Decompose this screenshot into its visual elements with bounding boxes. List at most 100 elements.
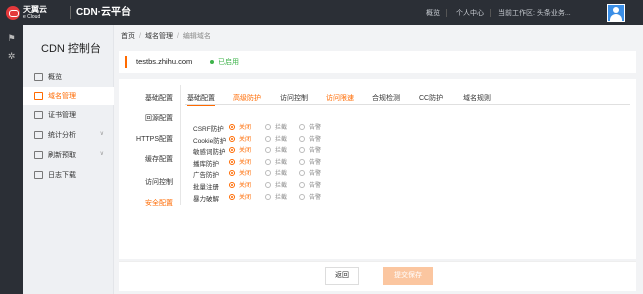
chevron-down-icon: ∨ [99, 151, 104, 157]
domain-name: testbs.zhihu.com [136, 57, 193, 66]
back-button[interactable]: 返回 [325, 267, 359, 285]
rule-row-library: 播库防护 关闭 拦截 告警 [193, 157, 393, 168]
radio-alert[interactable]: 告警 [299, 180, 321, 189]
rule-row-sensitive-words: 敏感词防护 关闭 拦截 告警 [193, 145, 393, 156]
sidebar-item-label: 刷新预取 [48, 152, 76, 159]
rule-label: CSRF防护 [193, 126, 224, 133]
workspace-selector[interactable]: 当前工作区: 头条业务... [498, 9, 571, 18]
radio-off[interactable]: 关闭 [229, 180, 251, 189]
sidebar-item-certificates[interactable]: 证书管理 [23, 106, 114, 124]
domain-icon [34, 92, 43, 100]
brand-logo[interactable]: 天翼云 e Cloud [6, 4, 47, 21]
config-nav-cache[interactable]: 缓存配置 [145, 154, 173, 164]
status-text: 已启用 [218, 59, 239, 66]
sidebar-item-label: 证书管理 [48, 112, 76, 119]
rule-row-csrf: CSRF防护 关闭 拦截 告警 [193, 122, 393, 133]
config-nav-basic[interactable]: 基础配置 [145, 93, 173, 103]
domain-accent-bar [125, 56, 127, 68]
config-nav-origin[interactable]: 回源配置 [145, 113, 173, 123]
top-link-separator [490, 9, 491, 17]
breadcrumb: 首页 / 域名管理 / 编辑域名 [121, 31, 211, 41]
breadcrumb-current: 编辑域名 [182, 33, 211, 40]
status-badge: 已启用 [210, 57, 239, 67]
radio-alert[interactable]: 告警 [299, 157, 321, 166]
breadcrumb-section[interactable]: 域名管理 [145, 33, 173, 40]
product-title: CDN·云平台 [76, 7, 131, 18]
user-avatar[interactable] [607, 4, 625, 22]
top-link-overview[interactable]: 概览 [426, 9, 440, 18]
domain-header: testbs.zhihu.com 已启用 [119, 51, 636, 73]
radio-off[interactable]: 关闭 [229, 168, 251, 177]
config-panel: 基础配置 回源配置 HTTPS配置 缓存配置 访问控制 安全配置 基础配置 高级… [119, 79, 636, 259]
sidebar-item-label: 统计分析 [48, 132, 76, 139]
tab-access-control[interactable]: 访问控制 [280, 93, 308, 103]
radio-alert[interactable]: 告警 [299, 192, 321, 201]
cloud-logo-icon [6, 5, 20, 20]
top-bar: 天翼云 e Cloud CDN·云平台 概览 个人中心 当前工作区: 头条业务.… [0, 0, 643, 25]
tab-basic[interactable]: 基础配置 [187, 93, 215, 106]
tab-compliance[interactable]: 合规检测 [372, 93, 400, 103]
icon-rail: ⚑ ✲ [0, 25, 23, 294]
chart-icon [34, 131, 43, 139]
sidebar-item-label: 域名管理 [48, 93, 76, 100]
radio-off[interactable]: 关闭 [229, 122, 251, 131]
radio-block[interactable]: 拦截 [265, 180, 287, 189]
rule-row-bulk-register: 批量注册 关闭 拦截 告警 [193, 180, 393, 191]
tab-domain-rules[interactable]: 域名规则 [463, 93, 491, 103]
document-icon [34, 171, 43, 179]
config-nav-security[interactable]: 安全配置 [145, 198, 173, 208]
top-link-separator [446, 9, 447, 17]
radio-off[interactable]: 关闭 [229, 134, 251, 143]
config-nav-access[interactable]: 访问控制 [145, 177, 173, 187]
chevron-down-icon: ∨ [99, 131, 104, 137]
console-title: CDN 控制台 [41, 43, 101, 55]
breadcrumb-home[interactable]: 首页 [121, 33, 135, 40]
config-nav-https[interactable]: HTTPS配置 [136, 134, 173, 144]
flag-icon[interactable]: ⚑ [6, 33, 17, 44]
sidebar-item-statistics[interactable]: 统计分析 ∨ [23, 126, 114, 144]
radio-block[interactable]: 拦截 [265, 134, 287, 143]
tab-advanced-protection[interactable]: 高级防护 [233, 93, 261, 103]
breadcrumb-separator: / [139, 33, 141, 40]
radio-block[interactable]: 拦截 [265, 168, 287, 177]
submit-button[interactable]: 提交保存 [383, 267, 433, 285]
topbar-divider [70, 6, 71, 19]
radio-block[interactable]: 拦截 [265, 122, 287, 131]
radio-alert[interactable]: 告警 [299, 134, 321, 143]
radio-alert[interactable]: 告警 [299, 122, 321, 131]
tab-rate-limit[interactable]: 访问限速 [326, 93, 354, 103]
radio-block[interactable]: 拦截 [265, 157, 287, 166]
rule-label: 批量注册 [193, 184, 219, 191]
radio-off[interactable]: 关闭 [229, 192, 251, 201]
sidebar: CDN 控制台 概览 域名管理 证书管理 统计分析 ∨ 刷新预取 ∨ 日志下载 [23, 25, 114, 294]
sidebar-item-domain-management[interactable]: 域名管理 [23, 87, 114, 105]
radio-alert[interactable]: 告警 [299, 168, 321, 177]
rule-label: 播库防护 [193, 161, 219, 168]
status-dot-icon [210, 60, 214, 65]
overview-icon [34, 73, 43, 81]
sidebar-item-overview[interactable]: 概览 [23, 68, 114, 86]
settings-icon[interactable]: ✲ [6, 51, 17, 62]
radio-alert[interactable]: 告警 [299, 145, 321, 154]
radio-block[interactable]: 拦截 [265, 145, 287, 154]
rule-label: Cookie防护 [193, 138, 227, 145]
config-divider [180, 85, 181, 205]
rule-label: 敏感词防护 [193, 149, 226, 156]
rule-label: 暴力破解 [193, 196, 219, 203]
certificate-icon [34, 111, 43, 119]
radio-off[interactable]: 关闭 [229, 157, 251, 166]
radio-block[interactable]: 拦截 [265, 192, 287, 201]
top-link-profile[interactable]: 个人中心 [456, 9, 484, 18]
rule-row-cookie: Cookie防护 关闭 拦截 告警 [193, 134, 393, 145]
sidebar-item-log-download[interactable]: 日志下载 [23, 166, 114, 184]
breadcrumb-separator: / [176, 33, 179, 40]
rule-row-brute-force: 暴力破解 关闭 拦截 告警 [193, 192, 393, 203]
tab-cc-protection[interactable]: CC防护 [419, 93, 443, 103]
rule-row-ads: 广告防护 关闭 拦截 告警 [193, 168, 393, 179]
sidebar-item-label: 日志下载 [48, 172, 76, 179]
sidebar-item-refresh-prefetch[interactable]: 刷新预取 ∨ [23, 146, 114, 164]
radio-off[interactable]: 关闭 [229, 145, 251, 154]
security-tabs: 基础配置 高级防护 访问控制 访问限速 合规检测 CC防护 域名规则 [185, 89, 630, 106]
rule-label: 广告防护 [193, 172, 219, 179]
refresh-icon [34, 151, 43, 159]
